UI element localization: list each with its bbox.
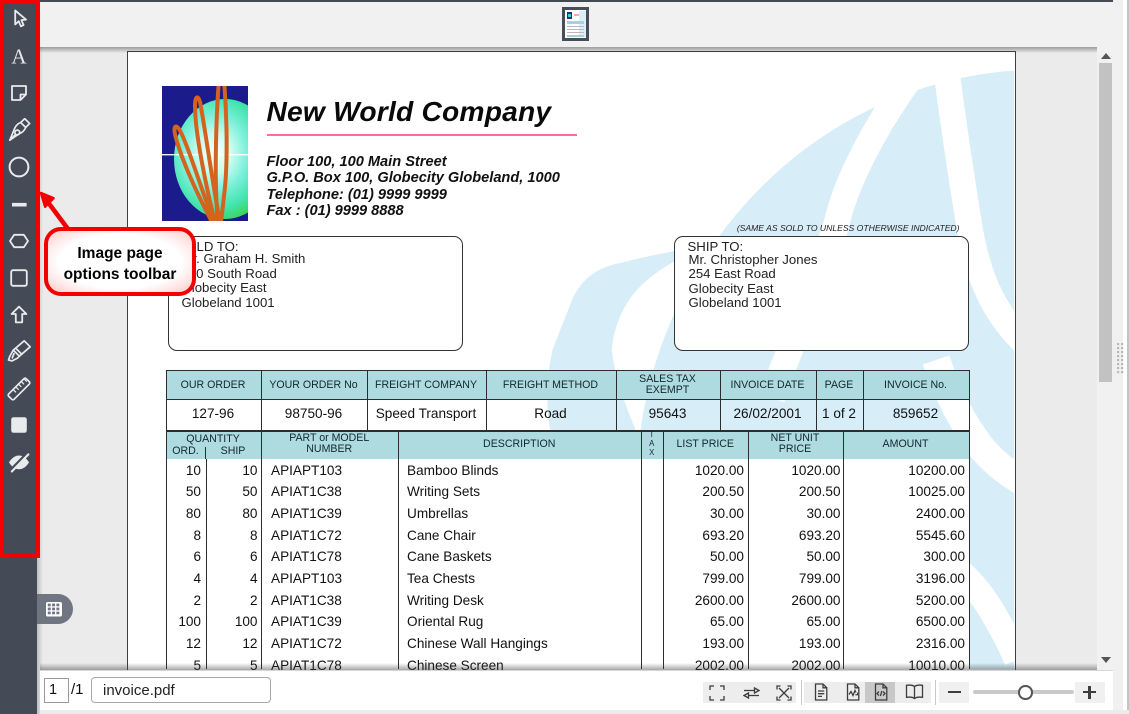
svg-text:Image page: Image page bbox=[77, 245, 163, 262]
svg-text:options toolbar: options toolbar bbox=[64, 266, 177, 283]
